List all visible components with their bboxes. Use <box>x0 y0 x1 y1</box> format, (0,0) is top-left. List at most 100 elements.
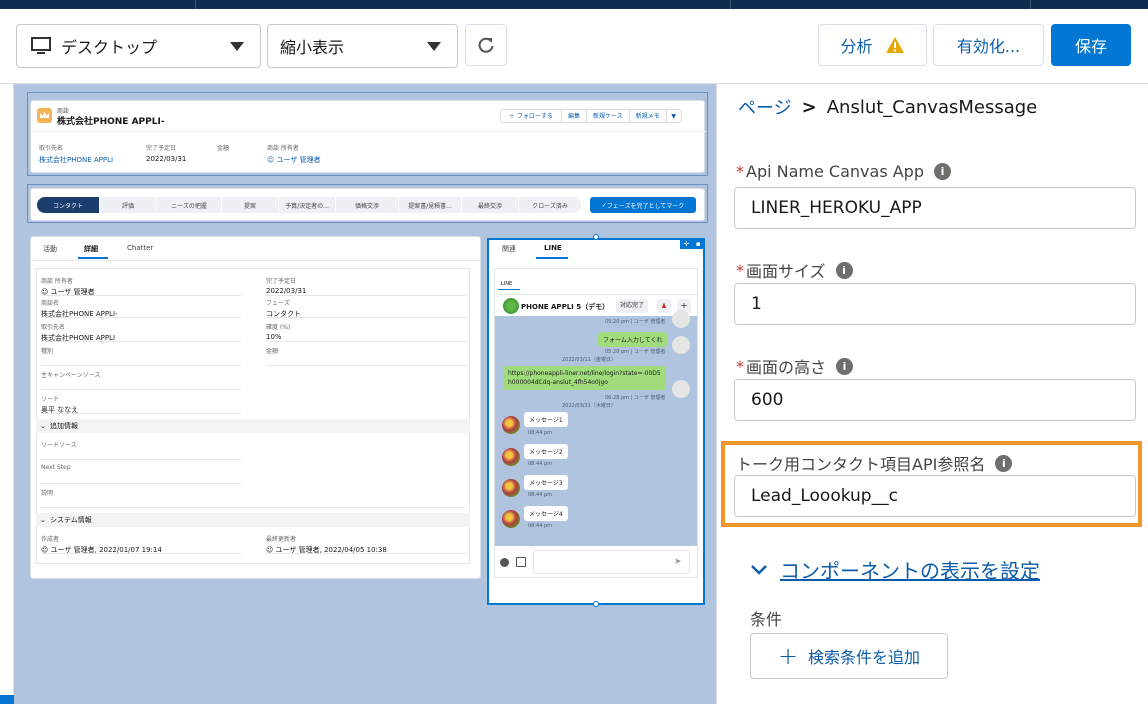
field-label: 種別 <box>41 348 54 355</box>
breadcrumb: ページ > Anslut_CanvasMessage <box>738 94 1037 120</box>
device-select[interactable]: デスクトップ <box>16 24 261 68</box>
section-additional-info[interactable]: ⌄ 追加情報 <box>36 419 470 433</box>
sticker-icon[interactable] <box>500 558 509 567</box>
follow-label: フォローする <box>516 113 553 120</box>
field-label: 最終更新者 <box>266 536 297 543</box>
delete-icon[interactable]: ▪ <box>696 240 701 248</box>
chat-timestamp: 08:44 pm <box>528 523 553 529</box>
zoom-select[interactable]: 縮小表示 <box>267 24 458 68</box>
highlight-amount: 金額 <box>217 143 229 152</box>
label-text: 画面サイズ <box>746 262 826 281</box>
field-label: 商談 所有者 <box>41 278 73 285</box>
screen-size-input[interactable]: 1 <box>734 283 1136 325</box>
done-button[interactable]: 対応完了 <box>616 299 649 313</box>
chat-message-outgoing-link[interactable]: https://phoneappli-liner.net/line/login?… <box>503 366 666 390</box>
contact-api-input[interactable]: Lead_Loookup__c <box>734 475 1136 517</box>
follow-button[interactable]: ＋ フォローする <box>501 110 562 122</box>
api-name-input[interactable]: LINER_HEROKU_APP <box>734 187 1136 229</box>
resize-handle[interactable] <box>593 601 599 607</box>
path-stage[interactable]: 提案 <box>222 197 278 213</box>
refresh-button[interactable] <box>465 24 507 66</box>
alert-icon[interactable]: ♟ <box>657 299 671 313</box>
activate-button[interactable]: 有効化... <box>933 24 1044 66</box>
field-lead-source: リードソース <box>41 440 241 460</box>
divider <box>31 131 706 132</box>
field-value[interactable]: ☺ ユーザ 管理者, 2022/04/05 10:38 <box>266 545 466 555</box>
field-label: フェーズ <box>266 300 290 307</box>
field-opportunity-name: 商談名 株式会社PHONE APPLI- <box>41 298 241 318</box>
path-stage-current[interactable]: コンタクト <box>37 197 99 213</box>
section-system-info[interactable]: ⌄ システム情報 <box>36 513 470 527</box>
highlight-label: 商談 所有者 <box>267 145 299 152</box>
info-icon[interactable]: i <box>934 163 951 180</box>
conditions-label: 条件 <box>750 610 783 629</box>
refresh-icon <box>478 37 494 53</box>
mark-stage-complete-button[interactable]: ✓ フェーズを完了としてマーク <box>590 197 696 213</box>
path-stage[interactable]: 最終交渉 <box>462 197 518 213</box>
chevron-down-icon <box>230 42 244 51</box>
field-owner: 商談 所有者 ☺ ユーザ 管理者 <box>41 276 241 296</box>
new-note-button[interactable]: 新規メモ <box>630 110 667 122</box>
user-avatar <box>672 310 690 328</box>
chat-timestamp: 05:20 pm | ユーザ 管理者 <box>605 349 666 355</box>
top-navigation-strip <box>0 0 1148 9</box>
chat-message-outgoing: フォーム入力してくれ <box>598 332 668 347</box>
more-actions-icon[interactable]: ▼ <box>667 110 681 122</box>
opportunity-icon <box>37 108 52 123</box>
field-value[interactable]: 奥平 ななえ <box>41 405 241 415</box>
record-name: 株式会社PHONE APPLI- <box>57 117 165 127</box>
tab-line[interactable]: LINE <box>544 244 562 252</box>
image-icon[interactable] <box>516 557 526 567</box>
path-stage[interactable]: ニーズの把握 <box>157 197 221 213</box>
contact-avatar <box>502 416 520 434</box>
path-stage[interactable]: 評価 <box>100 197 156 213</box>
tab-details[interactable]: 詳細 <box>84 244 98 254</box>
highlight-value[interactable]: 株式会社PHONE APPLI <box>39 155 113 165</box>
tab-chatter[interactable]: Chatter <box>127 244 153 252</box>
path-stage[interactable]: 提案書/見積書... <box>399 197 461 213</box>
send-icon[interactable]: ➤ <box>674 557 682 567</box>
field-label: 取引先名 <box>41 324 66 331</box>
line-subtab[interactable]: LINE <box>501 281 512 287</box>
line-account-name: PHONE APPLI 5（デモ） <box>521 303 610 311</box>
highlight-close-date: 完了予定日 2022/03/31 <box>146 143 186 163</box>
chat-date-divider: 2022/03/31（木曜日） <box>562 403 616 409</box>
breadcrumb-link[interactable]: ページ <box>738 94 792 120</box>
mark-stage-complete-label: フェーズを完了としてマーク <box>606 202 685 210</box>
info-icon[interactable]: i <box>835 261 853 279</box>
visibility-section[interactable]: コンポーネントの表示を設定 <box>750 555 1040 584</box>
field-value[interactable]: 株式会社PHONE APPLI <box>41 333 241 343</box>
edit-button[interactable]: 編集 <box>562 110 587 122</box>
screen-height-input[interactable]: 600 <box>734 379 1136 421</box>
field-value-text: ユーザ 管理者 <box>50 288 95 296</box>
chat-message-input[interactable] <box>533 550 690 574</box>
add-filter-label: 検索条件を追加 <box>808 648 921 667</box>
field-value[interactable]: ☺ ユーザ 管理者 <box>41 287 241 297</box>
field-label: 説明 <box>41 490 54 497</box>
divider <box>30 260 481 261</box>
move-icon[interactable]: ✛ <box>683 240 689 248</box>
info-icon[interactable]: i <box>836 357 854 375</box>
save-button[interactable]: 保存 <box>1051 24 1131 66</box>
path-stage[interactable]: 価格交渉 <box>336 197 398 213</box>
save-label: 保存 <box>1074 37 1107 56</box>
analyze-button[interactable]: 分析 <box>818 24 927 66</box>
visibility-section-link[interactable]: コンポーネントの表示を設定 <box>780 555 1040 584</box>
warning-icon <box>885 37 904 53</box>
record-highlights[interactable]: 商談 株式会社PHONE APPLI- ＋ フォローする 編集 新規ケース 新規… <box>30 100 706 173</box>
section-title: システム情報 <box>50 516 92 524</box>
tab-activity[interactable]: 活動 <box>43 244 57 254</box>
info-icon[interactable]: i <box>995 454 1013 472</box>
add-filter-button[interactable]: + 検索条件を追加 <box>750 633 948 679</box>
highlight-owner-value[interactable]: ☺ ユーザ 管理者 <box>267 155 321 165</box>
tab-related[interactable]: 関連 <box>502 244 516 254</box>
path-stage[interactable]: 予算/決定者の... <box>279 197 335 213</box>
resize-handle[interactable] <box>593 234 599 240</box>
field-value[interactable]: ☺ ユーザ 管理者, 2022/01/07 19:14 <box>41 545 241 555</box>
subtab-indicator <box>498 289 520 290</box>
required-marker: * <box>736 356 744 376</box>
highlight-value: ユーザ 管理者 <box>276 156 321 164</box>
label-text: Api Name Canvas App <box>746 162 924 181</box>
new-case-button[interactable]: 新規ケース <box>587 110 630 122</box>
path-stage[interactable]: クローズ済み <box>519 197 581 213</box>
